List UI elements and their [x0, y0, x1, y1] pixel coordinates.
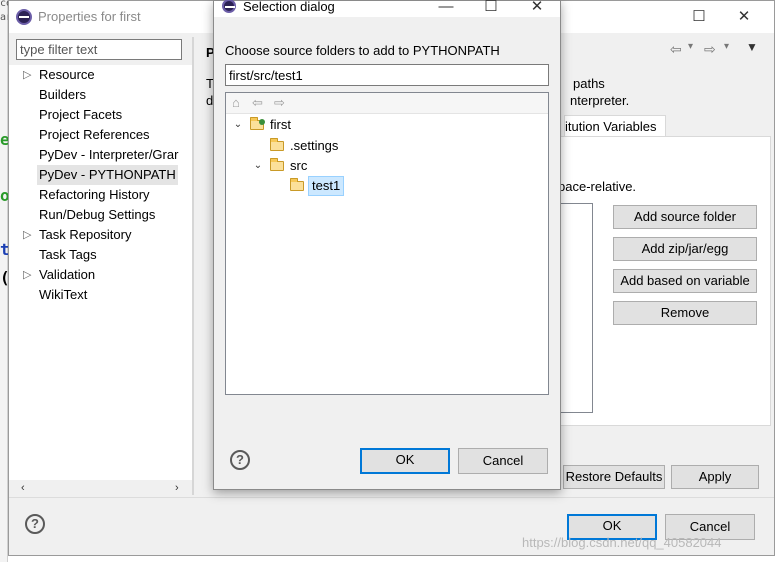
tree-item-task-repository[interactable]: ▷ Task Repository	[9, 225, 192, 245]
dialog-title: Selection dialog	[243, 0, 335, 14]
close-icon[interactable]: ✕	[729, 6, 759, 28]
tree-item-project-references[interactable]: Project References	[9, 125, 192, 145]
apply-button[interactable]: Apply	[671, 465, 759, 489]
chevron-right-icon[interactable]: ▷	[23, 225, 31, 245]
filter-input[interactable]	[16, 39, 182, 60]
tree-toolbar: ⌂ ⇦ ⇨	[226, 93, 548, 114]
chevron-down-icon[interactable]: ▾	[688, 41, 693, 52]
view-menu-icon[interactable]: ▼	[746, 40, 758, 54]
tree-node-settings[interactable]: .settings	[252, 136, 452, 156]
folder-icon	[270, 138, 284, 151]
help-icon[interactable]: ?	[25, 514, 45, 534]
folder-tree[interactable]: ⌂ ⇦ ⇨ ⌄ first .settings ⌄ src test1	[225, 92, 549, 395]
editor-fragment: ar	[0, 12, 8, 23]
maximize-icon[interactable]: ☐	[477, 0, 505, 16]
editor-background-strip: ce ar e o t (	[0, 0, 8, 562]
tree-item-builders[interactable]: Builders	[9, 85, 192, 105]
bottom-separator	[9, 497, 774, 498]
dialog-cancel-button[interactable]: Cancel	[458, 448, 548, 474]
watermark-text: https://blog.csdn.net/qq_40582044	[522, 535, 722, 550]
description-text: paths	[573, 76, 605, 91]
dialog-ok-button[interactable]: OK	[360, 448, 450, 474]
tree-node-src[interactable]: ⌄ src	[252, 156, 452, 176]
tree-item-pydev-interpreter[interactable]: PyDev - Interpreter/Grar	[9, 145, 192, 165]
chevron-down-icon[interactable]: ▾	[724, 41, 729, 52]
properties-tree: ▷ Resource Builders Project Facets Proje…	[9, 65, 192, 480]
chevron-down-icon[interactable]: ⌄	[232, 115, 244, 135]
tree-item-task-tags[interactable]: Task Tags	[9, 245, 192, 265]
tree-item-run-debug-settings[interactable]: Run/Debug Settings	[9, 205, 192, 225]
scroll-left-icon[interactable]: ‹	[21, 480, 25, 496]
back-icon[interactable]: ⇦	[670, 41, 682, 58]
editor-fragment: e	[0, 130, 8, 149]
chevron-right-icon[interactable]: ▷	[23, 265, 31, 285]
folder-path-input[interactable]	[225, 64, 549, 86]
restore-defaults-button[interactable]: Restore Defaults	[563, 465, 665, 489]
tree-node-test1[interactable]: test1	[272, 176, 392, 196]
chevron-down-icon[interactable]: ⌄	[252, 156, 264, 176]
tree-item-validation[interactable]: ▷ Validation	[9, 265, 192, 285]
project-folder-icon	[250, 117, 265, 130]
eclipse-icon	[222, 0, 236, 13]
tree-horizontal-scrollbar[interactable]: ‹ ›	[15, 480, 185, 496]
editor-fragment: t	[0, 240, 8, 259]
dialog-prompt: Choose source folders to add to PYTHONPA…	[225, 43, 500, 58]
back-icon[interactable]: ⇦	[252, 95, 263, 111]
folder-icon	[270, 158, 284, 171]
tab-string-substitution-variables[interactable]: itution Variables	[564, 115, 666, 136]
close-icon[interactable]: ✕	[523, 0, 551, 16]
selection-dialog: Selection dialog — ☐ ✕ Choose source fol…	[213, 0, 561, 490]
selection-dialog-titlebar: Selection dialog — ☐ ✕	[214, 0, 560, 17]
home-icon[interactable]: ⌂	[232, 95, 240, 110]
editor-fragment: o	[0, 186, 8, 205]
add-zip-jar-egg-button[interactable]: Add zip/jar/egg	[613, 237, 757, 261]
editor-fragment: ce	[0, 0, 8, 9]
tree-item-wikitext[interactable]: WikiText	[9, 285, 192, 305]
tree-item-pydev-pythonpath[interactable]: PyDev - PYTHONPATH	[9, 165, 192, 185]
add-source-folder-button[interactable]: Add source folder	[613, 205, 757, 229]
tree-node-first[interactable]: ⌄ first	[232, 115, 432, 135]
tree-item-refactoring-history[interactable]: Refactoring History	[9, 185, 192, 205]
maximize-icon[interactable]: ☐	[684, 6, 714, 28]
editor-fragment: (	[0, 268, 8, 287]
eclipse-icon	[16, 9, 32, 25]
tree-item-project-facets[interactable]: Project Facets	[9, 105, 192, 125]
folder-icon	[290, 178, 304, 191]
chevron-right-icon[interactable]: ▷	[23, 65, 31, 85]
help-icon[interactable]: ?	[230, 450, 250, 470]
remove-button[interactable]: Remove	[613, 301, 757, 325]
minimize-icon[interactable]: —	[432, 0, 460, 16]
add-based-on-variable-button[interactable]: Add based on variable	[613, 269, 757, 293]
forward-icon[interactable]: ⇨	[274, 95, 285, 111]
tree-item-resource[interactable]: ▷ Resource	[9, 65, 192, 85]
forward-icon[interactable]: ⇨	[704, 41, 716, 58]
window-title: Properties for first	[38, 9, 141, 24]
scroll-right-icon[interactable]: ›	[175, 480, 179, 496]
description-text: nterpreter.	[570, 93, 630, 108]
